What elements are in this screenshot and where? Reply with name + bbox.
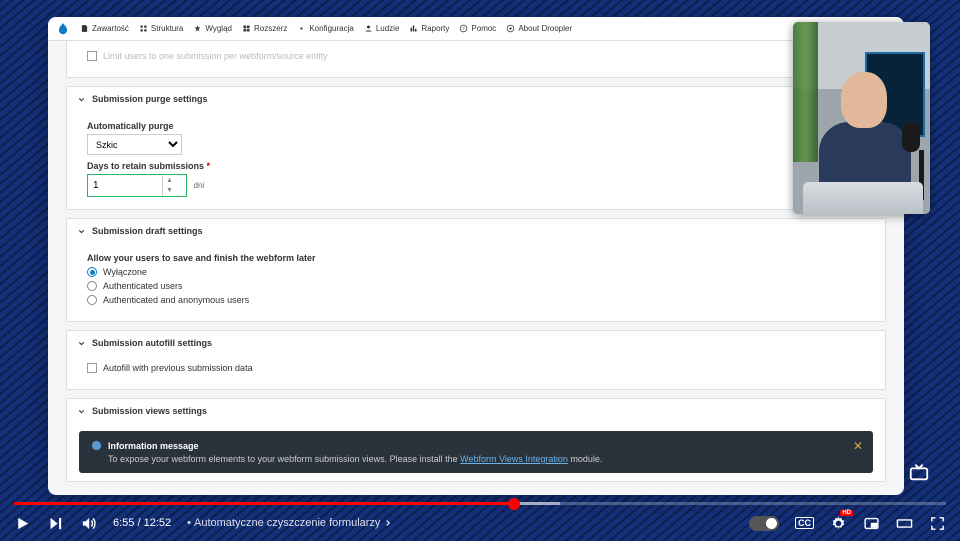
info-title: Information message xyxy=(108,441,199,451)
next-button[interactable] xyxy=(47,515,64,532)
toolbar-label: Pomoc xyxy=(471,24,496,33)
fullscreen-button[interactable] xyxy=(929,515,946,532)
days-retain-input-wrap: ▲▼ xyxy=(87,174,187,197)
toolbar-item-about[interactable]: About Droopler xyxy=(506,24,572,33)
panel-title: Submission views settings xyxy=(92,406,207,416)
radio-icon xyxy=(87,267,97,277)
toolbar-label: About Droopler xyxy=(518,24,572,33)
volume-button[interactable] xyxy=(80,515,97,532)
toolbar-item-configuration[interactable]: Konfiguracja xyxy=(297,24,353,33)
video-controls: 6:55 / 12:52 • Automatyczne czyszczenie … xyxy=(0,505,960,541)
radio-label: Authenticated users xyxy=(103,281,183,291)
chevron-down-icon xyxy=(77,95,86,104)
checkbox-icon xyxy=(87,363,97,373)
admin-toolbar: Zawartość Struktura Wygląd Rozszerz Konf… xyxy=(48,17,904,41)
radio-option-auth-anon[interactable]: Authenticated and anonymous users xyxy=(87,295,873,305)
panel-purge: Submission purge settings Automatically … xyxy=(66,86,886,210)
toolbar-item-structure[interactable]: Struktura xyxy=(139,24,183,33)
panel-head-views[interactable]: Submission views settings xyxy=(67,399,885,423)
toolbar-label: Ludzie xyxy=(376,24,400,33)
check-label: Autofill with previous submission data xyxy=(103,363,253,373)
toolbar-item-reports[interactable]: Raporty xyxy=(409,24,449,33)
toolbar-item-extend[interactable]: Rozszerz xyxy=(242,24,287,33)
svg-text:?: ? xyxy=(463,26,466,31)
panel-head-draft[interactable]: Submission draft settings xyxy=(67,219,885,243)
toolbar-item-help[interactable]: ? Pomoc xyxy=(459,24,496,33)
chevron-down-icon xyxy=(77,227,86,236)
field-label: Allow your users to save and finish the … xyxy=(87,253,316,263)
info-text: To expose your webform elements to your … xyxy=(91,454,861,464)
radio-label: Wyłączone xyxy=(103,267,147,277)
panel-title: Submission draft settings xyxy=(92,226,203,236)
theater-button[interactable] xyxy=(896,515,913,532)
tv-icon[interactable] xyxy=(908,461,930,481)
radio-icon xyxy=(87,295,97,305)
auto-purge-select[interactable]: Szkic xyxy=(87,134,182,155)
presenter-webcam xyxy=(793,22,930,214)
panel-autofill: Submission autofill settings Autofill wi… xyxy=(66,330,886,390)
radio-option-auth[interactable]: Authenticated users xyxy=(87,281,873,291)
checkbox-icon xyxy=(87,51,97,61)
content-area: Limit users to one submission per webfor… xyxy=(48,41,904,495)
toolbar-item-appearance[interactable]: Wygląd xyxy=(193,24,232,33)
field-label: Days to retain submissions xyxy=(87,161,204,171)
toolbar-label: Wygląd xyxy=(205,24,232,33)
info-icon xyxy=(91,440,102,451)
chevron-right-icon xyxy=(383,518,393,528)
toolbar-item-people[interactable]: Ludzie xyxy=(364,24,400,33)
toolbar-label: Struktura xyxy=(151,24,183,33)
days-retain-input[interactable] xyxy=(88,180,162,191)
time-display: 6:55 / 12:52 xyxy=(113,517,171,529)
toolbar-label: Zawartość xyxy=(92,24,129,33)
panel-head-autofill[interactable]: Submission autofill settings xyxy=(67,331,885,355)
chevron-down-icon xyxy=(77,339,86,348)
toolbar-label: Raporty xyxy=(421,24,449,33)
truncated-text: Limit users to one submission per webfor… xyxy=(103,51,328,61)
miniplayer-button[interactable] xyxy=(863,515,880,532)
settings-button[interactable]: HD xyxy=(830,515,847,532)
panel-title: Submission autofill settings xyxy=(92,338,212,348)
panel-views: Submission views settings ✕ Information … xyxy=(66,398,886,482)
toolbar-item-content[interactable]: Zawartość xyxy=(80,24,129,33)
autofill-check[interactable]: Autofill with previous submission data xyxy=(87,363,873,373)
spinner-icon[interactable]: ▲▼ xyxy=(162,176,176,196)
panel-truncated: Limit users to one submission per webfor… xyxy=(66,41,886,78)
info-link[interactable]: Webform Views Integration xyxy=(460,454,568,464)
truncated-check-row[interactable]: Limit users to one submission per webfor… xyxy=(87,51,873,61)
panel-head-purge[interactable]: Submission purge settings xyxy=(67,87,885,111)
hd-badge: HD xyxy=(840,510,853,516)
panel-title: Submission purge settings xyxy=(92,94,208,104)
radio-label: Authenticated and anonymous users xyxy=(103,295,249,305)
info-message-box: ✕ Information message To expose your web… xyxy=(79,431,873,473)
autoplay-toggle[interactable] xyxy=(749,516,779,531)
chevron-down-icon xyxy=(77,407,86,416)
app-window: Zawartość Struktura Wygląd Rozszerz Konf… xyxy=(48,17,904,495)
required-marker: * xyxy=(204,161,210,171)
toolbar-label: Rozszerz xyxy=(254,24,287,33)
play-button[interactable] xyxy=(14,515,31,532)
cc-button[interactable]: CC xyxy=(795,517,814,529)
radio-icon xyxy=(87,281,97,291)
field-label: Automatically purge xyxy=(87,121,174,131)
drupal-logo-icon[interactable] xyxy=(56,22,70,36)
radio-option-disabled[interactable]: Wyłączone xyxy=(87,267,873,277)
chapter-display[interactable]: • Automatyczne czyszczenie formularzy xyxy=(187,517,393,529)
panel-draft: Submission draft settings Allow your use… xyxy=(66,218,886,322)
days-suffix: dni xyxy=(194,181,205,190)
close-icon[interactable]: ✕ xyxy=(853,439,863,453)
toolbar-label: Konfiguracja xyxy=(309,24,353,33)
